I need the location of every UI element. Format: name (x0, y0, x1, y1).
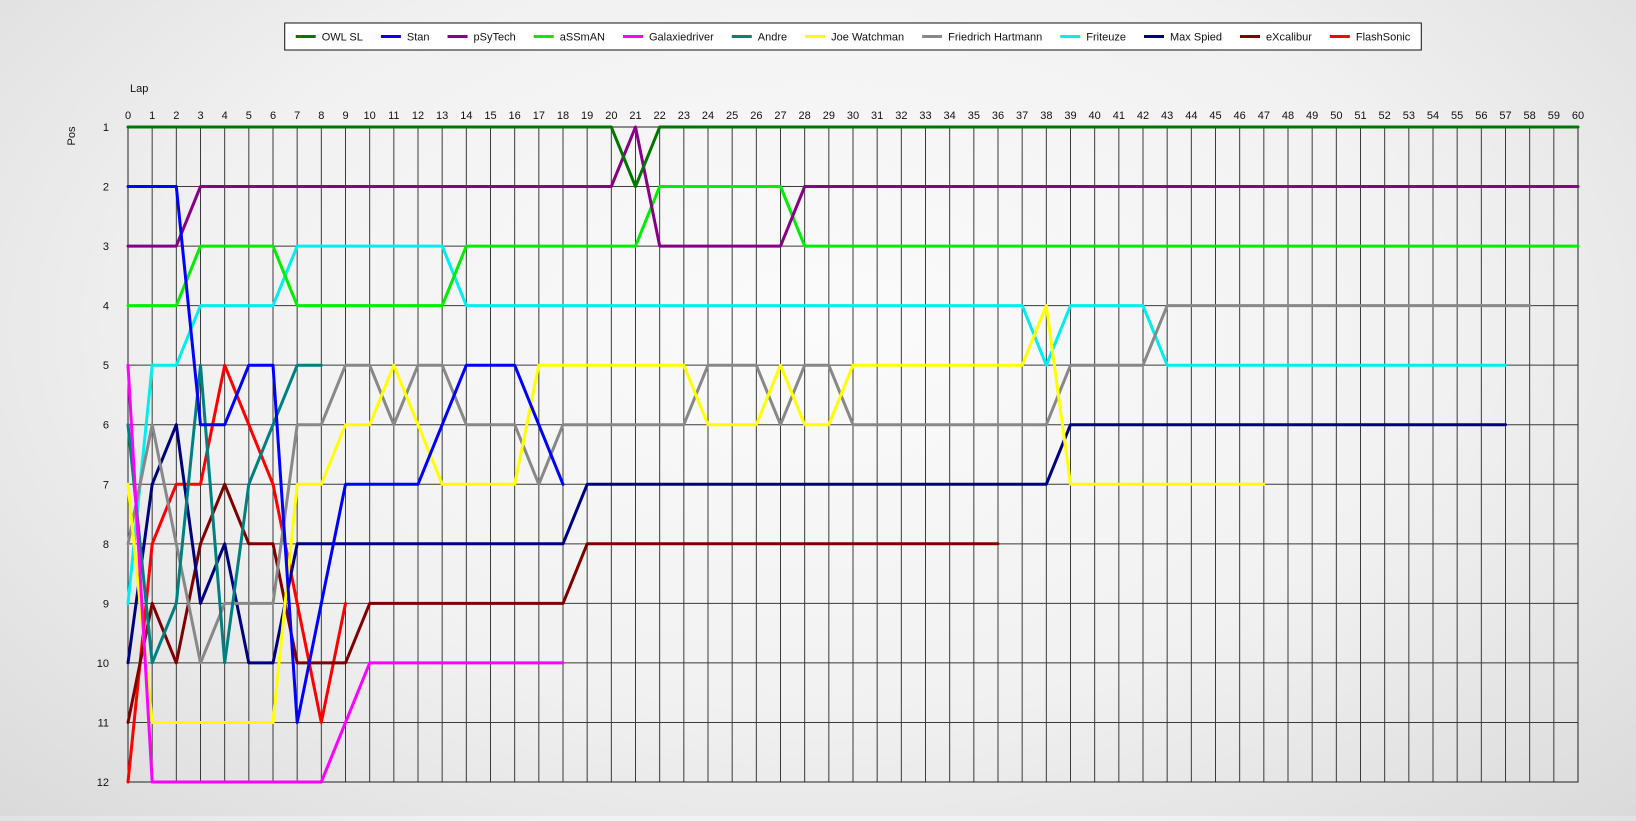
legend-label: pSyTech (474, 32, 516, 44)
x-tick-label: 18 (557, 110, 569, 122)
legend-label: Friedrich Hartmann (948, 32, 1042, 44)
x-tick-label: 27 (774, 110, 786, 122)
x-tick-label: 6 (270, 110, 276, 122)
x-tick-label: 30 (847, 110, 859, 122)
y-tick-label: 7 (103, 479, 109, 491)
x-tick-label: 16 (509, 110, 521, 122)
chart: OWL SL Stan pSyTech aSSmAN Galaxiedriver Andr… (0, 0, 1636, 816)
x-tick-label: 42 (1137, 110, 1149, 122)
legend-label: Andre (758, 32, 787, 44)
x-tick-label: 36 (992, 110, 1004, 122)
x-tick-label: 28 (799, 110, 811, 122)
x-tick-label: 53 (1403, 110, 1415, 122)
x-tick-label: 56 (1475, 110, 1487, 122)
x-tick-label: 48 (1282, 110, 1294, 122)
y-tick-label: 11 (98, 717, 109, 729)
x-tick-label: 51 (1354, 110, 1366, 122)
y-tick-label: 3 (103, 241, 109, 253)
x-tick-label: 58 (1524, 110, 1536, 122)
x-tick-label: 60 (1572, 110, 1584, 122)
x-tick-label: 13 (436, 110, 448, 122)
x-tick-label: 45 (1209, 110, 1221, 122)
x-tick-label: 47 (1258, 110, 1270, 122)
y-tick-label: 5 (103, 360, 109, 372)
x-tick-label: 52 (1379, 110, 1391, 122)
legend-label: Joe Watchman (831, 32, 904, 44)
x-tick-label: 49 (1306, 110, 1318, 122)
x-tick-label: 10 (364, 110, 376, 122)
x-tick-label: 40 (1089, 110, 1101, 122)
x-tick-label: 43 (1161, 110, 1173, 122)
y-tick-label: 12 (97, 777, 109, 789)
x-tick-label: 5 (246, 110, 252, 122)
y-tick-label: 10 (97, 658, 109, 670)
x-tick-label: 31 (871, 110, 883, 122)
y-tick-label: 8 (103, 539, 109, 551)
legend-label: FlashSonic (1356, 32, 1411, 44)
legend-label: Friteuze (1086, 32, 1126, 44)
x-tick-label: 8 (318, 110, 324, 122)
x-tick-label: 41 (1113, 110, 1125, 122)
x-axis-label: Lap (130, 83, 148, 95)
legend: OWL SL Stan pSyTech aSSmAN Galaxiedriver Andr… (284, 22, 1422, 51)
x-tick-label: 35 (968, 110, 980, 122)
x-tick-label: 12 (412, 110, 424, 122)
x-tick-label: 7 (294, 110, 300, 122)
legend-label: Max Spied (1170, 32, 1222, 44)
grid (127, 126, 1579, 783)
legend-label: eXcalibur (1266, 32, 1312, 44)
x-tick-label: 1 (149, 110, 155, 122)
x-tick-label: 39 (1064, 110, 1076, 122)
y-tick-label: 9 (103, 598, 109, 610)
x-tick-label: 25 (726, 110, 738, 122)
legend-label: aSSmAN (560, 32, 605, 44)
y-axis-label: Pos (66, 126, 78, 145)
series-line (126, 304, 1266, 724)
x-tick-label: 23 (678, 110, 690, 122)
y-tick-label: 4 (103, 301, 109, 313)
x-tick-label: 14 (460, 110, 472, 122)
x-tick-label: 3 (197, 110, 203, 122)
legend-label: OWL SL (322, 32, 363, 44)
x-tick-label: 54 (1427, 110, 1439, 122)
x-tick-label: 26 (750, 110, 762, 122)
x-tick-label: 0 (125, 110, 131, 122)
x-tick-label: 46 (1234, 110, 1246, 122)
x-tick-label: 22 (654, 110, 666, 122)
lap-chart-svg: OWL SL Stan pSyTech aSSmAN Galaxiedriver Andr… (66, 22, 1584, 789)
y-tick-label: 1 (103, 122, 109, 134)
x-tick-label: 2 (173, 110, 179, 122)
x-tick-label: 29 (823, 110, 835, 122)
x-tick-label: 20 (605, 110, 617, 122)
x-tick-label: 55 (1451, 110, 1463, 122)
x-tick-label: 9 (342, 110, 348, 122)
x-tick-label: 24 (702, 110, 714, 122)
legend-label: Stan (407, 32, 430, 44)
y-tick-label: 2 (103, 182, 109, 194)
x-tick-label: 33 (919, 110, 931, 122)
x-tick-label: 50 (1330, 110, 1342, 122)
x-tick-label: 34 (944, 110, 956, 122)
x-tick-label: 4 (222, 110, 228, 122)
x-tick-label: 38 (1040, 110, 1052, 122)
x-tick-label: 57 (1499, 110, 1511, 122)
x-tick-label: 15 (484, 110, 496, 122)
y-axis-ticks: 123456789101112 (97, 122, 109, 789)
legend-label: Galaxiedriver (649, 32, 714, 44)
x-tick-label: 59 (1548, 110, 1560, 122)
x-tick-label: 37 (1016, 110, 1028, 122)
y-tick-label: 6 (103, 420, 109, 432)
x-tick-label: 21 (629, 110, 641, 122)
x-tick-label: 19 (581, 110, 593, 122)
x-tick-label: 32 (895, 110, 907, 122)
x-tick-label: 11 (388, 110, 399, 122)
x-tick-label: 44 (1185, 110, 1197, 122)
x-tick-label: 17 (533, 110, 545, 122)
x-axis-ticks: 0 1 2 3 4 5 6 7 8 9 10 11 12 13 14 15 16 17 18 19 20 21 22 23 24… (125, 110, 1584, 122)
